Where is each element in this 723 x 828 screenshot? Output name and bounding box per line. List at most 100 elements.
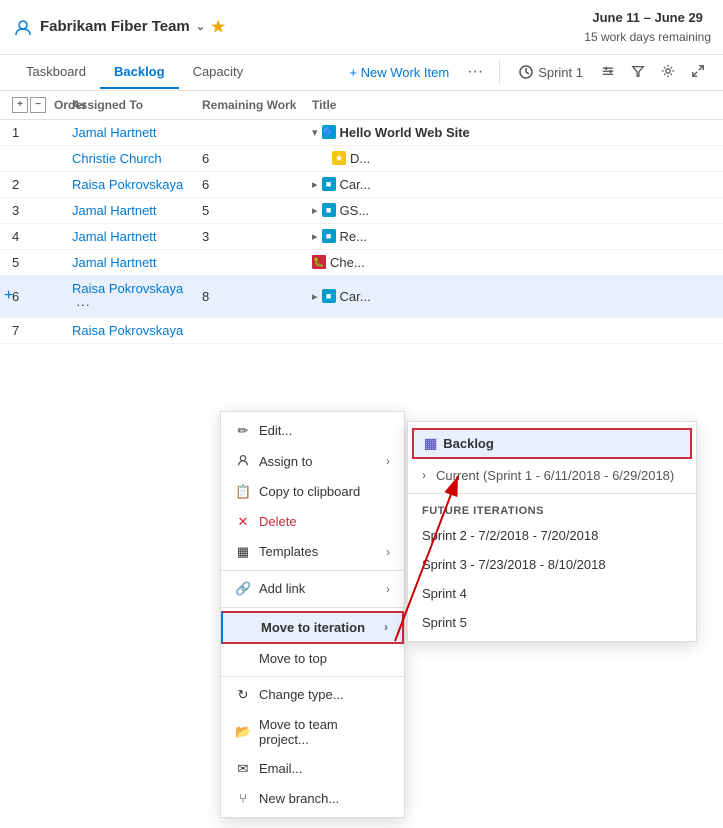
submenu-sprint5[interactable]: Sprint 5 <box>408 608 696 637</box>
edit-icon: ✏ <box>235 423 251 439</box>
row-assigned[interactable]: Raisa Pokrovskaya <box>72 323 202 338</box>
add-icons: + − <box>12 97 46 113</box>
chevron-icon: ⌄ <box>196 20 205 33</box>
table-row: 7 Raisa Pokrovskaya <box>0 318 723 344</box>
ctx-move-to-iteration[interactable]: Move to iteration › <box>221 611 404 644</box>
arrow-icon: › <box>386 545 390 559</box>
row-order: 6 <box>12 289 72 304</box>
new-work-item-button[interactable]: + New Work Item <box>341 61 457 84</box>
row-assigned[interactable]: Jamal Hartnett <box>72 255 202 270</box>
copy-icon: 📋 <box>235 484 251 500</box>
ctx-move-team[interactable]: 📂 Move to team project... <box>221 710 404 754</box>
filter-button[interactable] <box>625 60 651 85</box>
ctx-separator <box>221 570 404 571</box>
ctx-email[interactable]: ✉ Email... <box>221 754 404 784</box>
days-remaining: 15 work days remaining <box>584 28 711 46</box>
ctx-add-link[interactable]: 🔗 Add link › <box>221 574 404 604</box>
table-row-highlighted: + 6 Raisa Pokrovskaya ··· 8 ▸ ■ Car... <box>0 276 723 318</box>
expand-button[interactable] <box>685 60 711 85</box>
ctx-change-type[interactable]: ↻ Change type... <box>221 680 404 710</box>
work-icon: 🔷 <box>322 125 336 139</box>
row-remaining: 6 <box>202 151 312 166</box>
ctx-assign[interactable]: Assign to › <box>221 446 404 477</box>
divider <box>499 60 500 84</box>
arrow-icon: › <box>384 620 388 634</box>
future-header: FUTURE ITERATIONS <box>408 497 696 521</box>
ctx-separator <box>221 607 404 608</box>
table-row: 3 Jamal Hartnett 5 ▸ ■ GS... <box>0 198 723 224</box>
arrow-icon: › <box>386 454 390 468</box>
work-icon-blue: ■ <box>322 203 336 217</box>
tab-capacity[interactable]: Capacity <box>179 56 258 89</box>
submenu-backlog[interactable]: ▦ Backlog <box>412 428 692 459</box>
row-order: 7 <box>12 323 72 338</box>
row-assigned[interactable]: Jamal Hartnett <box>72 125 202 140</box>
col-title-header: Title <box>312 98 711 112</box>
sprint-selector-button[interactable]: Sprint 1 <box>510 60 591 84</box>
table-row: 5 Jamal Hartnett 🐛 Che... <box>0 250 723 276</box>
nav-actions: + New Work Item ··· Sprint 1 <box>341 60 711 85</box>
ctx-templates[interactable]: ▦ Templates › <box>221 537 404 567</box>
remove-row-icon[interactable]: − <box>30 97 46 113</box>
row-order: 3 <box>12 203 72 218</box>
current-arrow-icon: › <box>422 468 426 482</box>
ctx-copy[interactable]: 📋 Copy to clipboard <box>221 477 404 507</box>
row-title: ▸ ■ GS... <box>312 203 711 218</box>
table-area: + − Order Assigned To Remaining Work Tit… <box>0 91 723 344</box>
submenu-sprint2[interactable]: Sprint 2 - 7/2/2018 - 7/20/2018 <box>408 521 696 550</box>
more-actions-button[interactable]: ··· <box>461 61 489 83</box>
row-assigned[interactable]: Raisa Pokrovskaya ··· <box>72 281 202 312</box>
table-row: 1 Jamal Hartnett ▾ 🔷 Hello World Web Sit… <box>0 120 723 146</box>
row-order: 2 <box>12 177 72 192</box>
col-assigned-header: Assigned To <box>72 98 202 112</box>
add-row-button[interactable]: + <box>4 287 13 305</box>
team-name-label: Fabrikam Fiber Team <box>40 18 190 35</box>
row-ellipsis-button[interactable]: ··· <box>76 296 90 312</box>
add-row-icon[interactable]: + <box>12 97 28 113</box>
work-icon-blue: ■ <box>322 229 336 243</box>
email-icon: ✉ <box>235 761 251 777</box>
submenu-current[interactable]: › Current (Sprint 1 - 6/11/2018 - 6/29/2… <box>408 461 696 490</box>
templates-icon: ▦ <box>235 544 251 560</box>
context-menu: ✏ Edit... Assign to › 📋 Copy to clipboar… <box>220 411 405 818</box>
sprint-label: Sprint 1 <box>538 65 583 80</box>
tab-taskboard[interactable]: Taskboard <box>12 56 100 89</box>
link-icon: 🔗 <box>235 581 251 597</box>
settings-panel-button[interactable] <box>595 60 621 85</box>
assign-icon <box>235 453 251 470</box>
row-title: ▸ ■ Car... <box>312 177 711 192</box>
row-title: 🐛 Che... <box>312 255 711 270</box>
backlog-icon: ▦ <box>424 435 437 452</box>
row-assigned[interactable]: Christie Church <box>72 151 202 166</box>
row-remaining: 8 <box>202 289 312 304</box>
row-order: 5 <box>12 255 72 270</box>
change-type-icon: ↻ <box>235 687 251 703</box>
row-assigned[interactable]: Raisa Pokrovskaya <box>72 177 202 192</box>
row-title: ▾ 🔷 Hello World Web Site <box>312 125 711 140</box>
date-range: June 11 – June 29 <box>584 8 711 28</box>
gear-button[interactable] <box>655 60 681 85</box>
ctx-move-to-top[interactable]: Move to top <box>221 644 404 673</box>
work-icon-blue: ■ <box>322 289 336 303</box>
delete-icon: ✕ <box>235 514 251 530</box>
row-remaining: 3 <box>202 229 312 244</box>
row-order: 1 <box>12 125 72 140</box>
work-icon-blue: ■ <box>322 177 336 191</box>
tab-backlog[interactable]: Backlog <box>100 56 179 89</box>
ctx-delete[interactable]: ✕ Delete <box>221 507 404 537</box>
ctx-new-branch[interactable]: ⑂ New branch... <box>221 784 404 813</box>
submenu-sprint3[interactable]: Sprint 3 - 7/23/2018 - 8/10/2018 <box>408 550 696 579</box>
arrow-icon: › <box>386 582 390 596</box>
col-remaining-header: Remaining Work <box>202 98 312 112</box>
top-bar: Fabrikam Fiber Team ⌄ ★ June 11 – June 2… <box>0 0 723 55</box>
team-name[interactable]: Fabrikam Fiber Team ⌄ ★ <box>12 16 225 38</box>
date-info: June 11 – June 29 15 work days remaining <box>584 8 711 46</box>
ctx-separator <box>221 676 404 677</box>
branch-icon: ⑂ <box>235 791 251 806</box>
team-icon: 📂 <box>235 724 251 740</box>
ctx-edit[interactable]: ✏ Edit... <box>221 416 404 446</box>
row-assigned[interactable]: Jamal Hartnett <box>72 203 202 218</box>
submenu-separator <box>408 493 696 494</box>
submenu-sprint4[interactable]: Sprint 4 <box>408 579 696 608</box>
row-assigned[interactable]: Jamal Hartnett <box>72 229 202 244</box>
